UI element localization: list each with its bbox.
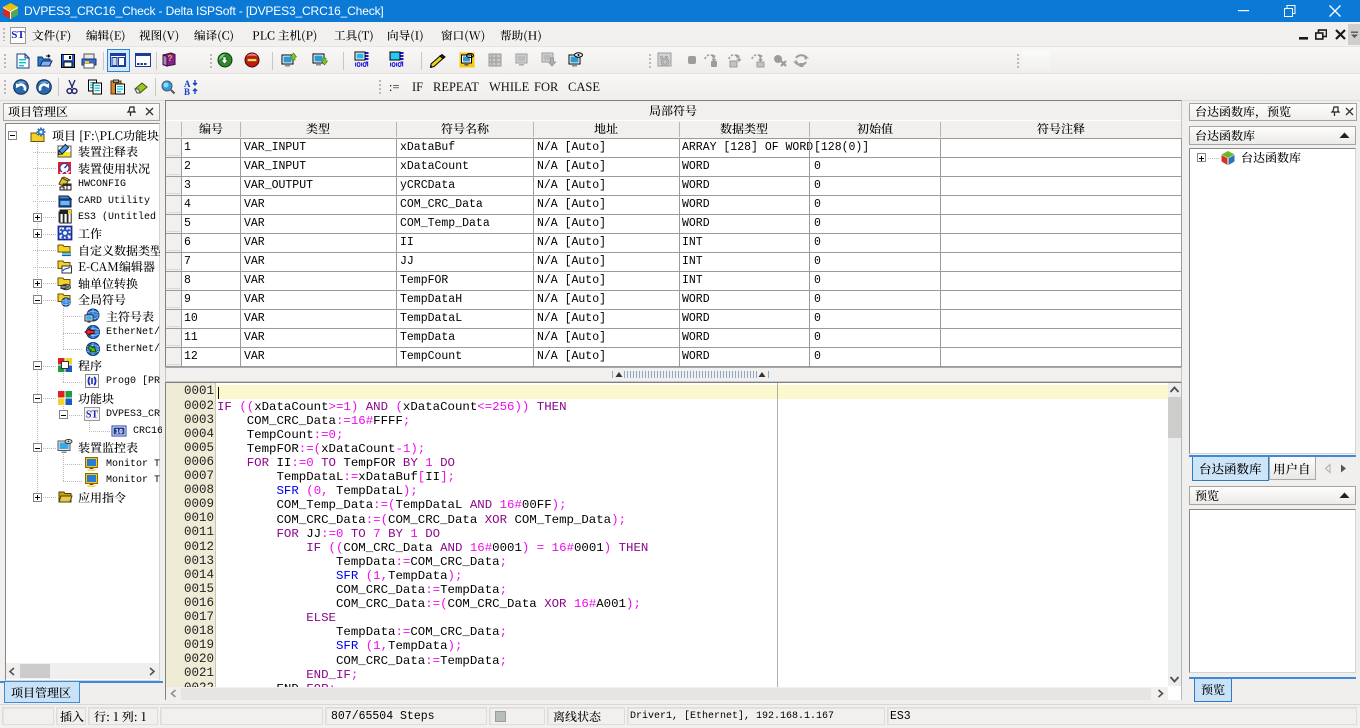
svg-text:?: ? bbox=[168, 54, 173, 63]
svg-text:10: 10 bbox=[115, 428, 123, 436]
svg-text:ST: ST bbox=[86, 410, 99, 421]
svg-text:B: B bbox=[184, 87, 190, 95]
